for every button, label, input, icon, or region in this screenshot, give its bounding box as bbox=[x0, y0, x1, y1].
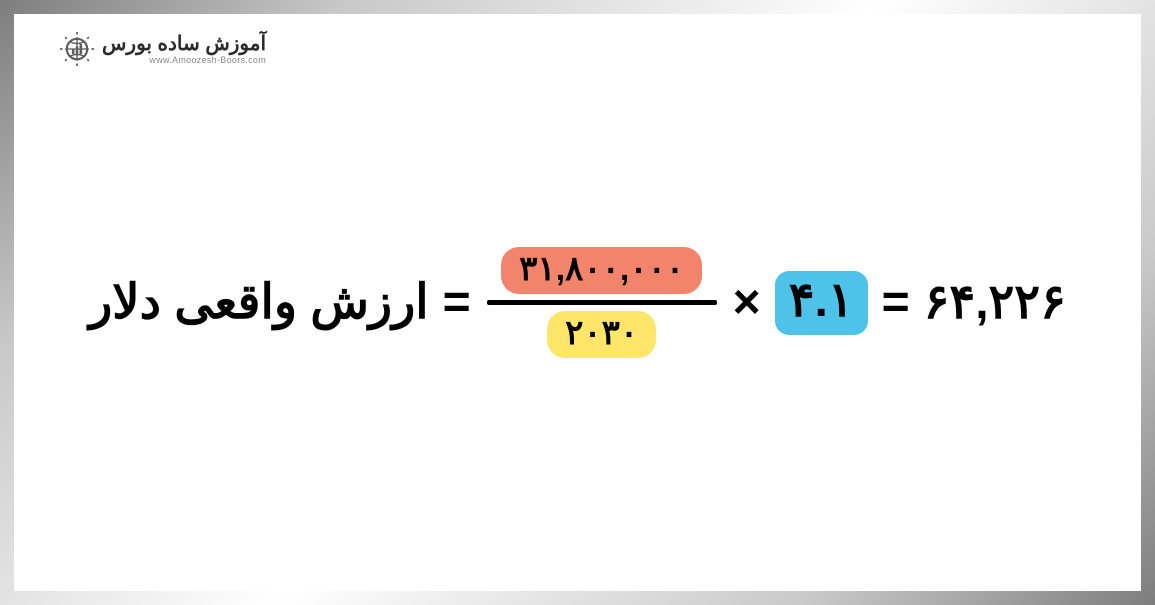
fraction-bar bbox=[487, 300, 717, 305]
fraction: ۳۱,۸۰۰,۰۰۰ ۲۰۳۰ bbox=[487, 247, 717, 358]
formula-row: ارزش واقعی دلار = ۳۱,۸۰۰,۰۰۰ ۲۰۳۰ × ۴.۱ … bbox=[83, 247, 1072, 358]
multiplier: ۴.۱ bbox=[775, 271, 868, 335]
outer-frame: آموزش ساده بورس www.Amoozesh-Boors.com ا… bbox=[0, 0, 1155, 605]
times-sign: × bbox=[733, 279, 761, 327]
numerator: ۳۱,۸۰۰,۰۰۰ bbox=[501, 247, 702, 294]
canvas: آموزش ساده بورس www.Amoozesh-Boors.com ا… bbox=[14, 14, 1141, 591]
equals-sign-2: = bbox=[882, 279, 910, 327]
result: ۶۴,۲۲۶ bbox=[924, 279, 1066, 327]
denominator: ۲۰۳۰ bbox=[547, 311, 656, 358]
formula-area: ارزش واقعی دلار = ۳۱,۸۰۰,۰۰۰ ۲۰۳۰ × ۴.۱ … bbox=[14, 14, 1141, 591]
equals-sign: = bbox=[443, 279, 471, 327]
lhs-label: ارزش واقعی دلار bbox=[89, 279, 429, 327]
